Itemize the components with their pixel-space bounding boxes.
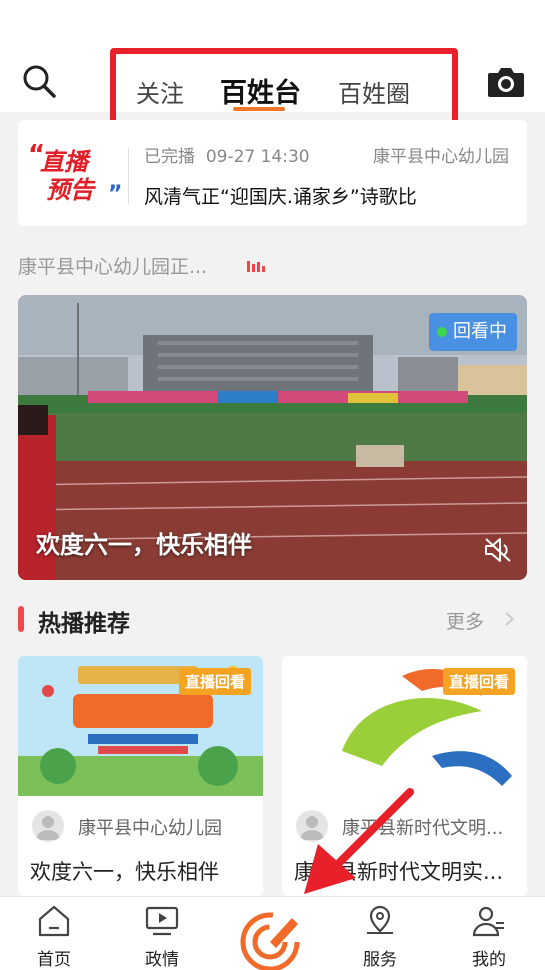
nav-home-label: 首页 <box>37 950 71 970</box>
user-icon <box>472 906 504 937</box>
tab-baixingquan[interactable]: 百姓圈 <box>338 74 410 109</box>
hot-section-bar <box>18 606 24 632</box>
video-title: 欢度六一，快乐相伴 <box>36 531 252 559</box>
hot-card[interactable]: 直播回看 康平县中心幼儿园 欢度六一，快乐相伴 <box>18 656 263 896</box>
tab-highlight-box: 关注 百姓台 百姓圈 <box>110 48 458 130</box>
location-icon <box>367 905 393 934</box>
top-bar: 关注 百姓台 百姓圈 <box>0 0 545 130</box>
live-replay-badge: 直播回看 <box>178 668 251 695</box>
logo-line2: 预告 <box>46 176 94 204</box>
camera-icon[interactable] <box>486 64 526 100</box>
tv-icon <box>145 906 179 936</box>
avatar <box>296 810 328 842</box>
avatar <box>32 810 64 842</box>
chevron-right-icon[interactable] <box>502 611 516 627</box>
video-player[interactable]: 回看中 欢度六一，快乐相伴 <box>18 295 527 580</box>
live-bars-icon <box>247 261 265 272</box>
nav-mine-label: 我的 <box>472 950 506 970</box>
live-section-label[interactable]: 康平县中心幼儿园正... <box>18 252 207 279</box>
nav-home[interactable]: 首页 <box>14 897 94 970</box>
nav-service[interactable]: 服务 <box>340 897 420 970</box>
live-preview-logo: “ 直播 预告 ” <box>28 140 123 207</box>
card-org: 康平县中心幼儿园 <box>78 818 222 839</box>
hot-card[interactable]: 直播回看 康平县新时代文明... 康平县新时代文明实... <box>282 656 527 896</box>
mute-icon[interactable] <box>483 536 513 564</box>
nav-politics[interactable]: 政情 <box>122 897 202 970</box>
card-thumbnail: 直播回看 <box>18 656 263 796</box>
card-title: 康平县新时代文明实... <box>294 860 504 884</box>
live-status: 已完播 09-27 14:30 <box>144 147 310 167</box>
nav-mine[interactable]: 我的 <box>449 897 529 970</box>
active-tab-indicator <box>233 107 285 111</box>
tab-follow[interactable]: 关注 <box>136 74 184 109</box>
live-title: 风清气正“迎国庆.诵家乡”诗歌比 <box>144 186 417 208</box>
more-link[interactable]: 更多 <box>446 607 484 634</box>
center-action-icon[interactable] <box>236 904 308 970</box>
card-org: 康平县新时代文明... <box>342 818 504 839</box>
replay-badge: 回看中 <box>429 313 517 351</box>
card-title: 欢度六一，快乐相伴 <box>30 860 219 884</box>
search-icon[interactable] <box>20 62 60 102</box>
home-icon <box>38 905 70 937</box>
tab-baixingtai[interactable]: 百姓台 <box>220 71 301 110</box>
live-preview-card[interactable]: “ 直播 预告 ” 已完播 09-27 14:30 康平县中心幼儿园 风清气正“… <box>18 120 527 226</box>
divider <box>128 148 129 204</box>
nav-service-label: 服务 <box>363 950 397 970</box>
nav-politics-label: 政情 <box>145 950 179 970</box>
live-org: 康平县中心幼儿园 <box>373 147 509 167</box>
live-replay-badge: 直播回看 <box>442 668 515 695</box>
card-thumbnail: 直播回看 <box>282 656 527 796</box>
hot-section-title: 热播推荐 <box>38 611 130 637</box>
